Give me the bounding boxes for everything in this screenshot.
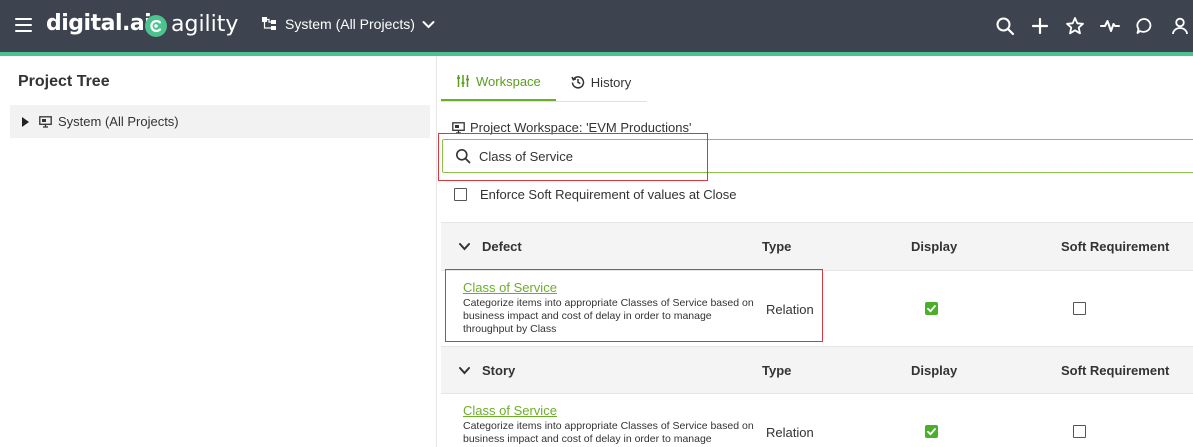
column-display: Display — [911, 239, 958, 254]
tab-workspace[interactable]: Workspace — [441, 63, 556, 101]
workspace-tabs: Workspace History — [441, 63, 647, 102]
chevron-down-icon[interactable] — [459, 241, 470, 252]
expand-caret-icon[interactable] — [22, 116, 29, 127]
display-checkbox[interactable] — [925, 425, 938, 438]
section-name: Story — [482, 363, 516, 378]
enforce-soft-requirement-checkbox[interactable] — [454, 188, 467, 201]
attribute-search-box — [442, 139, 1193, 173]
column-soft-requirement: Soft Requirement — [1061, 239, 1170, 254]
table-row: Class of Service Categorize items into a… — [441, 270, 1193, 346]
monitor-icon — [452, 121, 465, 134]
section-name: Defect — [482, 239, 522, 254]
attribute-name-link[interactable]: Class of Service — [463, 280, 557, 295]
search-icon[interactable] — [995, 16, 1015, 36]
column-display: Display — [911, 363, 958, 378]
product-name: agility — [171, 12, 239, 37]
check-icon — [927, 305, 936, 313]
enforce-soft-requirement-row: Enforce Soft Requirement of values at Cl… — [454, 187, 737, 202]
tree-item-label: System (All Projects) — [58, 114, 179, 129]
attribute-description: Categorize items into appropriate Classe… — [463, 297, 754, 335]
tab-workspace-label: Workspace — [476, 73, 541, 89]
agility-logo-icon — [145, 15, 167, 37]
soft-requirement-checkbox[interactable] — [1073, 425, 1086, 438]
history-icon — [571, 76, 585, 89]
workspace-label: Project Workspace: 'EVM Productions' — [452, 120, 691, 135]
enforce-soft-requirement-label: Enforce Soft Requirement of values at Cl… — [480, 187, 737, 202]
project-selector-label: System (All Projects) — [285, 16, 415, 32]
star-icon[interactable] — [1065, 16, 1085, 36]
project-selector[interactable]: System (All Projects) — [261, 16, 435, 32]
chevron-down-icon — [422, 20, 435, 28]
user-icon[interactable] — [1170, 16, 1190, 36]
attribute-search-input[interactable] — [479, 148, 1079, 164]
column-type: Type — [762, 239, 792, 254]
search-icon — [456, 149, 471, 164]
attribute-type: Relation — [766, 302, 814, 317]
hierarchy-icon — [262, 17, 276, 30]
tab-history[interactable]: History — [556, 63, 646, 101]
section-header-story: Story Type Display Soft Requirement — [441, 346, 1193, 394]
chevron-down-icon[interactable] — [459, 365, 470, 376]
tab-history-label: History — [590, 74, 632, 90]
attribute-description: Categorize items into appropriate Classe… — [463, 420, 754, 447]
check-icon — [927, 428, 936, 436]
sliders-icon — [457, 75, 469, 87]
table-row: Class of Service Categorize items into a… — [441, 393, 1193, 447]
brand-logo: digital.ai — [46, 11, 152, 36]
column-type: Type — [762, 363, 792, 378]
attribute-name-link[interactable]: Class of Service — [463, 403, 557, 418]
project-tree-title: Project Tree — [18, 73, 110, 90]
menu-icon[interactable] — [15, 18, 32, 32]
plus-icon[interactable] — [1030, 16, 1050, 36]
column-soft-requirement: Soft Requirement — [1061, 363, 1170, 378]
attribute-type: Relation — [766, 425, 814, 440]
display-checkbox[interactable] — [925, 302, 938, 315]
soft-requirement-checkbox[interactable] — [1073, 302, 1086, 315]
top-navigation-bar: digital.ai agility System (All Projects) — [0, 0, 1193, 52]
section-header-defect: Defect Type Display Soft Requirement — [441, 222, 1193, 270]
project-tree-panel: Project Tree System (All Projects) — [0, 56, 437, 447]
activity-icon[interactable] — [1100, 16, 1120, 36]
monitor-icon — [39, 115, 52, 128]
tree-item-system[interactable]: System (All Projects) — [10, 105, 430, 138]
workspace-label-text: Project Workspace: 'EVM Productions' — [470, 120, 692, 135]
chat-icon[interactable] — [1135, 16, 1155, 36]
